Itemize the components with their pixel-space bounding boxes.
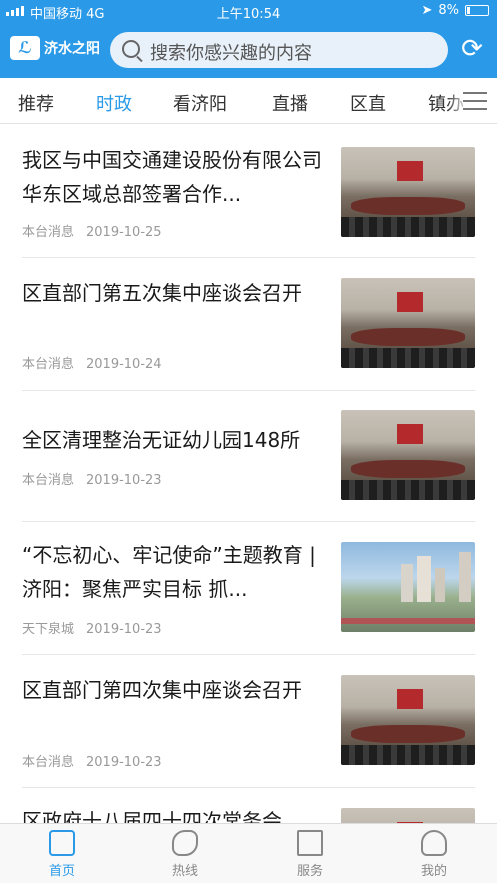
list-item[interactable]: 区直部门第四次集中座谈会召开 本台消息 2019-10-23 xyxy=(0,655,497,787)
nav-profile-label: 我的 xyxy=(420,864,447,879)
menu-icon[interactable] xyxy=(463,92,487,110)
refresh-icon[interactable]: ⟳ xyxy=(459,36,485,62)
bookmark-star-icon xyxy=(297,830,323,856)
user-icon xyxy=(421,830,447,856)
tab-recommend[interactable]: 推荐 xyxy=(18,90,54,116)
news-source: 本台消息 xyxy=(22,473,75,488)
news-thumbnail xyxy=(341,542,475,632)
location-icon: ➤ xyxy=(421,3,433,18)
nav-home[interactable]: 首页 xyxy=(22,830,102,879)
news-thumbnail xyxy=(341,410,475,500)
nav-hotline[interactable]: 热线 xyxy=(145,830,225,879)
news-title: 区直部门第五次集中座谈会召开 xyxy=(22,281,302,305)
search-bar[interactable]: 搜索你感兴趣的内容 xyxy=(110,32,448,68)
news-thumbnail xyxy=(341,675,475,765)
status-bar: 中国移动 4G 上午10:54 ➤ 8% xyxy=(0,0,497,22)
list-item[interactable]: 我区与中国交通建设股份有限公司华东区域总部签署合作... 本台消息 2019-10… xyxy=(0,125,497,257)
news-source: 本台消息 xyxy=(22,357,75,372)
category-tabs: 推荐 时政 看济阳 直播 区直 镇办 xyxy=(0,78,497,124)
list-item[interactable]: 全区清理整治无证幼儿园148所 本台消息 2019-10-23 xyxy=(0,391,497,521)
list-item[interactable]: “不忘初心、牢记使命”主题教育 | 济阳：聚焦严实目标 抓... 天下泉城 201… xyxy=(0,522,497,654)
tab-jiyang[interactable]: 看济阳 xyxy=(173,90,227,116)
news-thumbnail xyxy=(341,278,475,368)
nav-service[interactable]: 服务 xyxy=(270,830,350,879)
news-title: 我区与中国交通建设股份有限公司华东区域总部签署合作... xyxy=(22,148,322,206)
news-date: 2019-10-23 xyxy=(86,755,162,770)
nav-profile[interactable]: 我的 xyxy=(394,830,474,879)
search-placeholder: 搜索你感兴趣的内容 xyxy=(150,43,312,64)
bottom-nav: 首页 热线 服务 我的 xyxy=(0,823,497,883)
news-source: 本台消息 xyxy=(22,225,75,240)
tab-district[interactable]: 区直 xyxy=(350,90,386,116)
news-date: 2019-10-24 xyxy=(86,357,162,372)
news-date: 2019-10-23 xyxy=(86,622,162,637)
search-icon xyxy=(122,40,140,58)
tab-live[interactable]: 直播 xyxy=(272,90,308,116)
news-source: 天下泉城 xyxy=(22,622,75,637)
nav-hotline-label: 热线 xyxy=(171,864,198,879)
news-title: 区直部门第四次集中座谈会召开 xyxy=(22,678,302,702)
news-meta: 本台消息 2019-10-23 xyxy=(22,751,162,770)
nav-service-label: 服务 xyxy=(296,864,323,879)
news-thumbnail xyxy=(341,808,475,823)
news-title: 全区清理整治无证幼儿园148所 xyxy=(22,428,301,452)
news-title: 区政府十八届四十四次常务会 xyxy=(22,809,282,823)
news-date: 2019-10-25 xyxy=(86,225,162,240)
app-logo[interactable]: ℒ 济水之阳 xyxy=(10,36,100,60)
app-header: ℒ 济水之阳 搜索你感兴趣的内容 ⟳ xyxy=(0,22,497,78)
phone-icon xyxy=(172,830,198,856)
tab-politics[interactable]: 时政 xyxy=(96,90,132,116)
logo-text: 济水之阳 xyxy=(44,41,100,57)
battery-percent: 8% xyxy=(438,3,459,18)
nav-home-label: 首页 xyxy=(48,864,75,879)
list-item[interactable]: 区政府十八届四十四次常务会 xyxy=(0,788,497,823)
news-meta: 本台消息 2019-10-24 xyxy=(22,353,162,372)
status-right: ➤ 8% xyxy=(421,3,489,18)
list-item[interactable]: 区直部门第五次集中座谈会召开 本台消息 2019-10-24 xyxy=(0,258,497,390)
news-meta: 本台消息 2019-10-23 xyxy=(22,469,162,488)
news-title: “不忘初心、牢记使命”主题教育 | 济阳：聚焦严实目标 抓... xyxy=(22,543,316,601)
home-icon xyxy=(49,830,75,856)
news-date: 2019-10-23 xyxy=(86,473,162,488)
logo-icon: ℒ xyxy=(10,36,40,60)
news-meta: 本台消息 2019-10-25 xyxy=(22,221,162,240)
news-thumbnail xyxy=(341,147,475,237)
news-meta: 天下泉城 2019-10-23 xyxy=(22,618,162,637)
battery-icon xyxy=(465,5,489,16)
news-source: 本台消息 xyxy=(22,755,75,770)
